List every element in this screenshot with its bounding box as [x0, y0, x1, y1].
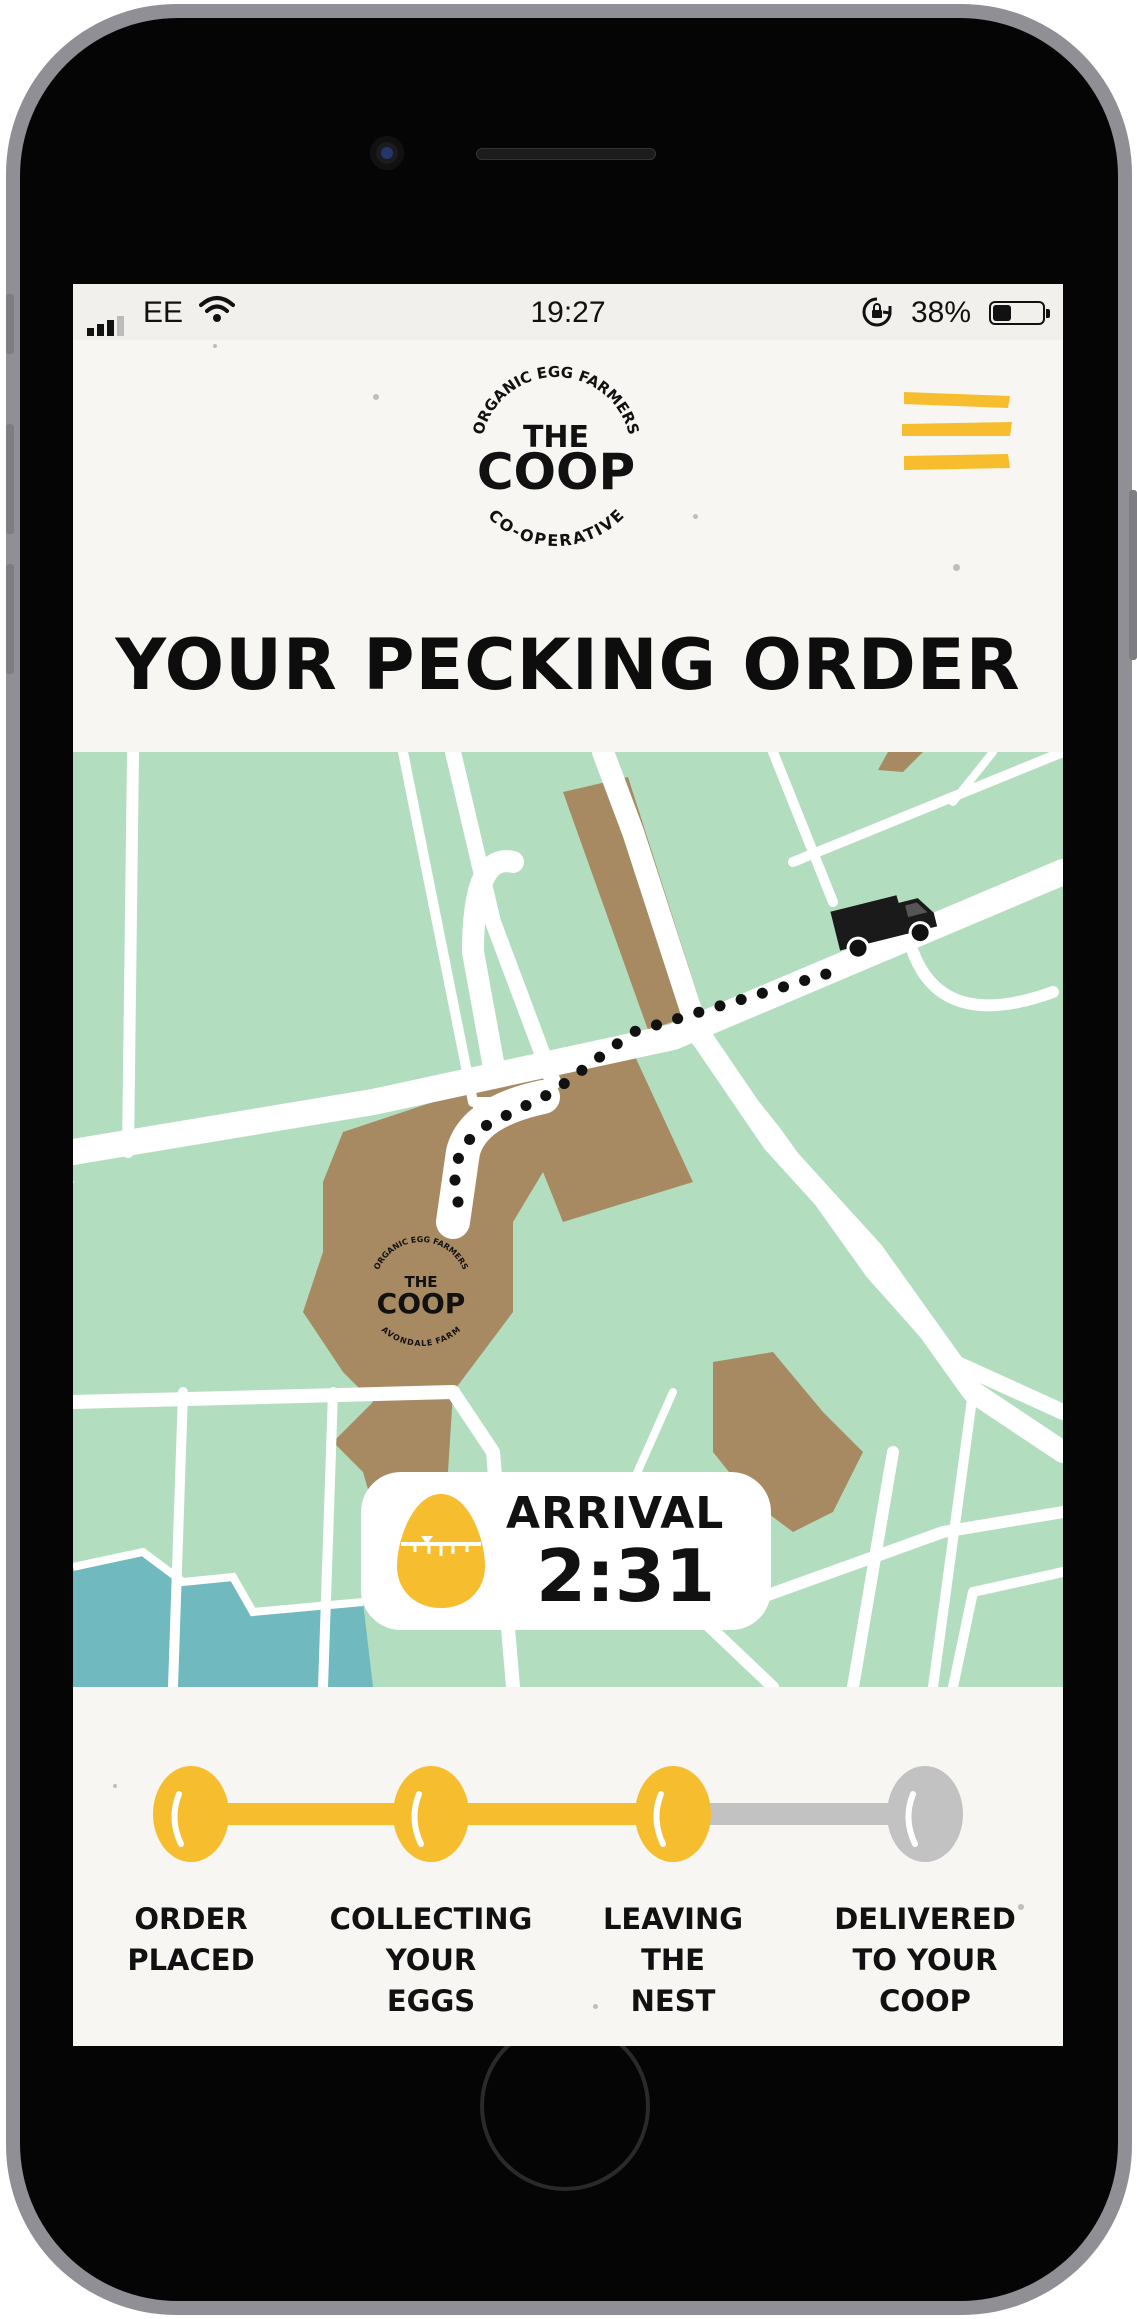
farm-logo-coop: COOP: [377, 1287, 466, 1320]
arrival-time: 2:31: [536, 1534, 716, 1618]
step-egg-marker: [635, 1766, 711, 1862]
orientation-lock-icon: [862, 297, 892, 327]
step-label: COLLECTING YOUR EGGS: [329, 1902, 533, 2018]
egg-timer-icon: [397, 1494, 485, 1608]
logo-bottom-text: CO-OPERATIVE: [485, 506, 628, 551]
step-egg-marker: [153, 1766, 229, 1862]
hamburger-menu-icon[interactable]: [898, 384, 1016, 484]
order-progress: ORDER PLACED COLLECTING YOUR EGGS LEAVING …: [73, 1744, 1063, 2044]
step-egg-marker: [393, 1766, 469, 1862]
home-button[interactable]: [480, 2021, 650, 2191]
battery-percent: 38%: [910, 296, 971, 329]
page-title: YOUR PECKING ORDER: [115, 624, 1021, 706]
step-label: LEAVING THE NEST: [602, 1902, 744, 2018]
logo-coop: COOP: [477, 443, 635, 501]
front-camera: [370, 136, 404, 170]
arrival-card: ARRIVAL 2:31: [361, 1472, 771, 1630]
app-screen: EE 19:27 38% ORGANIC EGG FARMERS THE COO…: [73, 284, 1063, 2046]
volume-up-button: [6, 424, 14, 534]
svg-text:CO-OPERATIVE: CO-OPERATIVE: [485, 506, 628, 551]
volume-down-button: [6, 564, 14, 674]
mute-switch: [6, 294, 14, 354]
step-label: ORDER PLACED: [127, 1902, 255, 1977]
status-bar: EE 19:27 38%: [73, 284, 1063, 340]
arrival-label: ARRIVAL: [506, 1488, 725, 1539]
battery-icon: [989, 301, 1050, 325]
coop-logo: ORGANIC EGG FARMERS THE COOP CO-OPERATIV…: [469, 363, 643, 551]
step-egg-marker: [887, 1766, 963, 1862]
step-label: DELIVERED TO YOUR COOP: [834, 1902, 1016, 2018]
battery-fill: [993, 305, 1011, 321]
power-button: [1129, 490, 1137, 660]
earpiece-speaker: [476, 148, 656, 160]
progress-track: [153, 1766, 963, 1862]
